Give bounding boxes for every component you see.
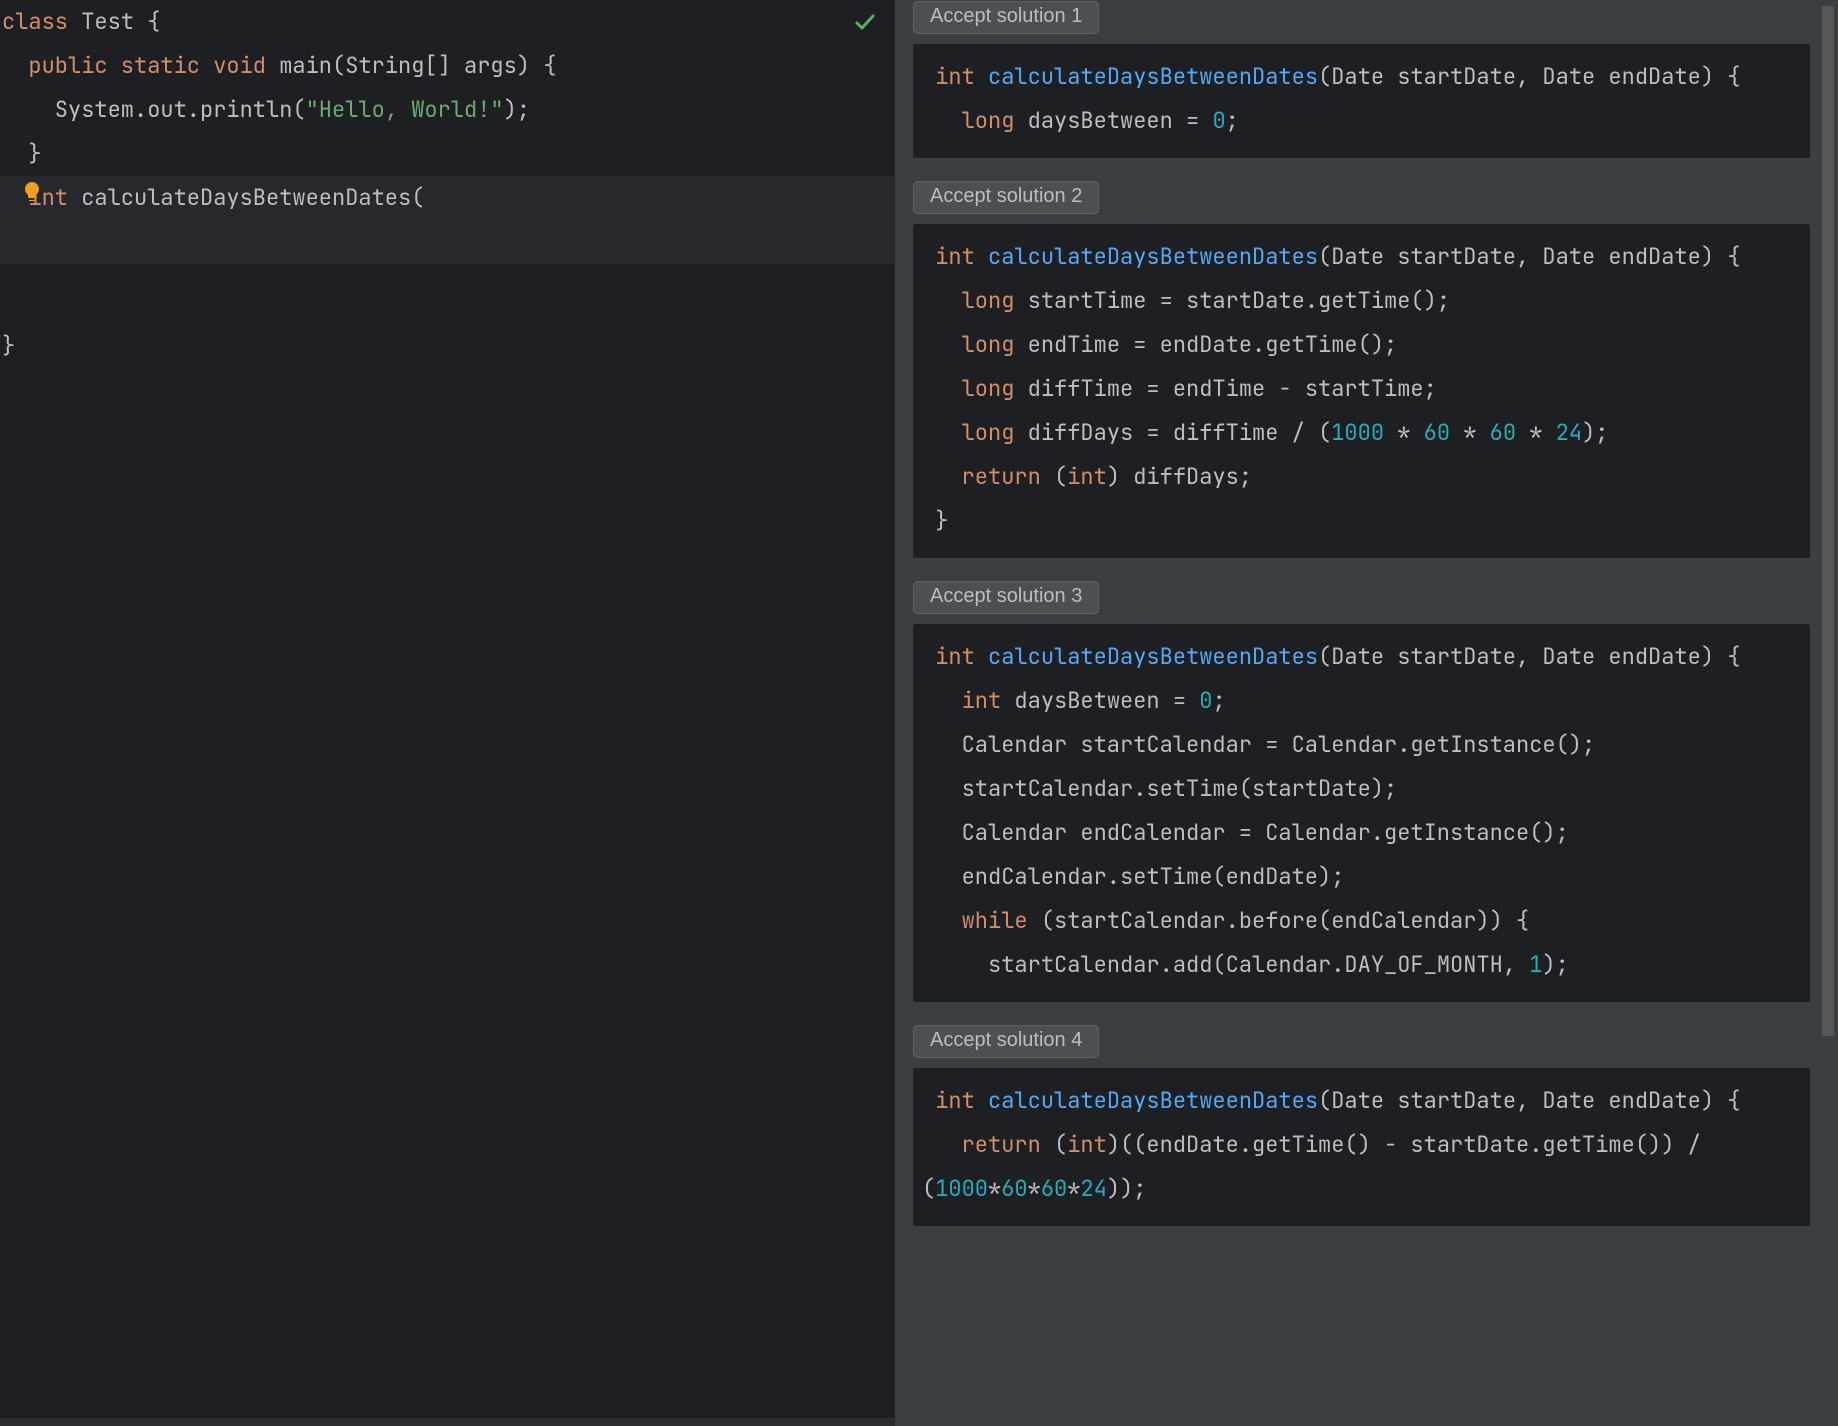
- checkmark-icon: [853, 10, 877, 34]
- code-line[interactable]: public static void main(String[] args) {: [0, 44, 895, 88]
- scrollbar-thumb[interactable]: [1822, 6, 1834, 1036]
- code-line[interactable]: class Test {: [0, 0, 895, 44]
- code-editor[interactable]: class Test { public static void main(Str…: [0, 0, 895, 1426]
- accept-solution-button[interactable]: Accept solution 4: [913, 1025, 1099, 1058]
- accept-solution-button[interactable]: Accept solution 3: [913, 581, 1099, 614]
- solution-code[interactable]: int calculateDaysBetweenDates(Date start…: [913, 44, 1810, 158]
- solution-block: Accept solution 3 int calculateDaysBetwe…: [913, 580, 1810, 1002]
- code-line-active[interactable]: int calculateDaysBetweenDates(: [0, 176, 895, 220]
- solution-block: Accept solution 2 int calculateDaysBetwe…: [913, 180, 1810, 558]
- main-split: class Test { public static void main(Str…: [0, 0, 1838, 1426]
- solutions-panel[interactable]: Accept solution 1 int calculateDaysBetwe…: [895, 0, 1838, 1426]
- code-line[interactable]: System.out.println("Hello, World!");: [0, 88, 895, 132]
- accept-solution-button[interactable]: Accept solution 1: [913, 1, 1099, 34]
- code-line[interactable]: [0, 220, 895, 264]
- code-line[interactable]: }: [0, 132, 895, 176]
- solution-code[interactable]: int calculateDaysBetweenDates(Date start…: [913, 224, 1810, 558]
- solution-code[interactable]: int calculateDaysBetweenDates(Date start…: [913, 1068, 1810, 1226]
- lightbulb-icon[interactable]: [20, 180, 44, 204]
- accept-solution-button[interactable]: Accept solution 2: [913, 181, 1099, 214]
- editor-bottom-bar: [0, 1418, 895, 1426]
- solution-code[interactable]: int calculateDaysBetweenDates(Date start…: [913, 624, 1810, 1002]
- code-line[interactable]: }: [0, 324, 895, 368]
- solution-block: Accept solution 4 int calculateDaysBetwe…: [913, 1024, 1810, 1226]
- solution-block: Accept solution 1 int calculateDaysBetwe…: [913, 0, 1810, 158]
